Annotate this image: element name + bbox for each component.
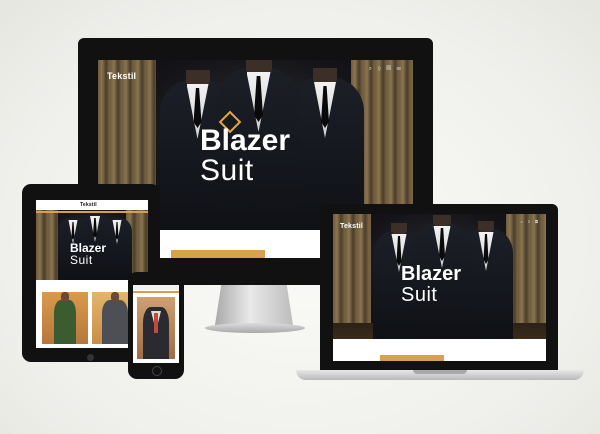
laptop-logo[interactable]: · Tekstil (340, 219, 363, 230)
phone-home-button (152, 366, 162, 376)
monitor-stand (215, 285, 293, 325)
laptop-gold-bar (380, 355, 444, 361)
tablet-product-left[interactable] (42, 292, 88, 344)
tablet-home-button (87, 354, 94, 361)
tablet-logo[interactable]: Tekstil (80, 202, 97, 208)
phone-screen (133, 285, 179, 363)
site-logo[interactable]: · Tekstil (107, 66, 136, 81)
hero-subtitle: Suit (200, 154, 254, 187)
laptop-hero-title: Blazer (401, 263, 462, 285)
desktop-gold-bar (171, 250, 265, 258)
laptop-hero: · Tekstil ⌕ ⚲ ▤ Blazer Suit (333, 214, 546, 339)
tablet-hero-subtitle: Suit (70, 253, 93, 267)
header-icons[interactable]: ⌕ ⚲ ▤ ☰ (369, 66, 403, 73)
hero-title: Blazer (200, 124, 291, 157)
tablet-hero: Blazer Suit (36, 210, 148, 280)
monitor-base (205, 323, 305, 333)
laptop-hero-subtitle: Suit (401, 284, 438, 306)
tablet-accent-strip (36, 211, 148, 213)
